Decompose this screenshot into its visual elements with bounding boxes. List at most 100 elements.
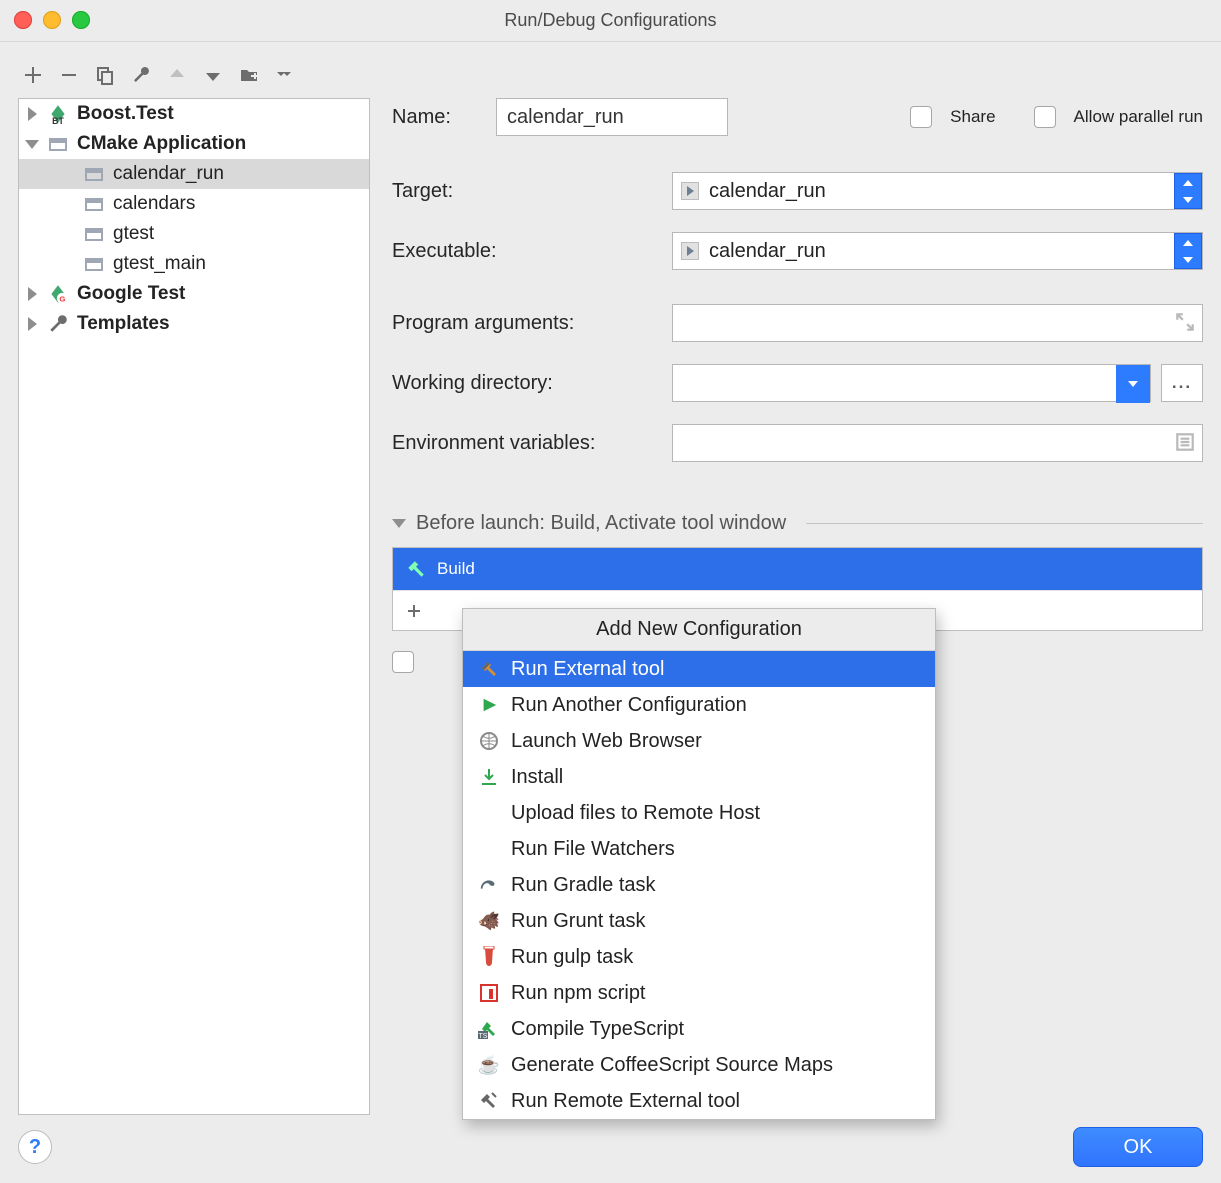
menu-item[interactable]: Upload files to Remote Host xyxy=(463,795,935,831)
expand-icon xyxy=(28,107,37,121)
menu-header: Add New Configuration xyxy=(463,609,935,651)
move-up-icon[interactable] xyxy=(166,64,188,86)
program-args-input[interactable] xyxy=(672,304,1203,342)
grunt-icon: 🐗 xyxy=(477,909,501,933)
tree-label: Google Test xyxy=(77,283,185,305)
divider xyxy=(806,523,1203,524)
install-icon xyxy=(477,765,501,789)
hammer-icon xyxy=(405,558,427,580)
hammer-icon xyxy=(477,657,501,681)
menu-item[interactable]: Run npm script xyxy=(463,975,935,1011)
app-icon xyxy=(83,163,105,185)
svg-text:G: G xyxy=(59,295,65,304)
tree-label: gtest xyxy=(113,223,154,245)
env-vars-input[interactable] xyxy=(672,424,1203,462)
before-launch-header: Before launch: Build, Activate tool wind… xyxy=(416,512,786,535)
menu-item[interactable]: Run Remote External tool xyxy=(463,1083,935,1119)
tree-label: CMake Application xyxy=(77,133,246,155)
remote-icon xyxy=(477,1089,501,1113)
menu-item-label: Run gulp task xyxy=(511,946,633,969)
task-build[interactable]: Build xyxy=(393,548,1202,590)
ts-icon: TS xyxy=(477,1017,501,1041)
allow-parallel-checkbox[interactable] xyxy=(1034,106,1056,128)
blank-icon xyxy=(477,801,501,825)
folder-icon[interactable] xyxy=(238,64,260,86)
menu-item[interactable]: Launch Web Browser xyxy=(463,723,935,759)
gradle-icon xyxy=(477,873,501,897)
ok-button[interactable]: OK xyxy=(1073,1127,1203,1167)
add-icon[interactable] xyxy=(22,64,44,86)
collapse-icon[interactable] xyxy=(392,517,406,531)
move-down-icon[interactable] xyxy=(202,64,224,86)
env-vars-edit-icon[interactable] xyxy=(1174,431,1196,453)
remove-icon[interactable] xyxy=(58,64,80,86)
task-label: Build xyxy=(437,559,475,579)
menu-item-label: Run External tool xyxy=(511,658,664,681)
tree-node-boost[interactable]: BT Boost.Test xyxy=(19,99,369,129)
tree-node-google-test[interactable]: G Google Test xyxy=(19,279,369,309)
program-args-label: Program arguments: xyxy=(392,312,654,335)
name-label: Name: xyxy=(392,106,478,129)
menu-item[interactable]: Run File Watchers xyxy=(463,831,935,867)
menu-item-label: Launch Web Browser xyxy=(511,730,702,753)
tree-label: Templates xyxy=(77,313,170,335)
tree-node-gtest[interactable]: gtest xyxy=(19,219,369,249)
wrench-icon xyxy=(47,313,69,335)
close-window-button[interactable] xyxy=(14,11,32,29)
menu-item-label: Install xyxy=(511,766,563,789)
tree-node-calendars[interactable]: calendars xyxy=(19,189,369,219)
wrench-icon[interactable] xyxy=(130,64,152,86)
working-dir-label: Working directory: xyxy=(392,372,654,395)
configurations-tree[interactable]: BT Boost.Test CMake Application calendar… xyxy=(18,98,370,1115)
menu-item[interactable]: Install xyxy=(463,759,935,795)
menu-item[interactable]: TS Compile TypeScript xyxy=(463,1011,935,1047)
svg-text:BT: BT xyxy=(52,116,64,125)
menu-item-label: Generate CoffeeScript Source Maps xyxy=(511,1054,833,1077)
tree-node-calendar-run[interactable]: calendar_run xyxy=(19,159,369,189)
select-stepper-icon xyxy=(1174,233,1202,269)
menu-item[interactable]: Run Another Configuration xyxy=(463,687,935,723)
help-button[interactable]: ? xyxy=(18,1130,52,1164)
window-title: Run/Debug Configurations xyxy=(504,10,716,31)
show-this-page-checkbox[interactable] xyxy=(392,651,414,673)
share-label: Share xyxy=(950,107,995,127)
working-dir-dropdown-button[interactable] xyxy=(1116,365,1150,403)
menu-item[interactable]: 🐗Run Grunt task xyxy=(463,903,935,939)
traffic-lights xyxy=(14,11,90,29)
menu-item-label: Upload files to Remote Host xyxy=(511,802,760,825)
tree-node-templates[interactable]: Templates xyxy=(19,309,369,339)
menu-item[interactable]: ☕Generate CoffeeScript Source Maps xyxy=(463,1047,935,1083)
target-label: Target: xyxy=(392,180,654,203)
boost-icon: BT xyxy=(47,103,69,125)
app-icon xyxy=(83,193,105,215)
menu-item-label: Run File Watchers xyxy=(511,838,675,861)
copy-icon[interactable] xyxy=(94,64,116,86)
name-input[interactable] xyxy=(496,98,728,136)
dialog-buttons: ? OK xyxy=(18,1127,1203,1167)
tree-node-gtest-main[interactable]: gtest_main xyxy=(19,249,369,279)
executable-select[interactable]: calendar_run xyxy=(672,232,1203,270)
tree-node-cmake[interactable]: CMake Application xyxy=(19,129,369,159)
menu-item-label: Run Remote External tool xyxy=(511,1090,740,1113)
tree-label: gtest_main xyxy=(113,253,206,275)
menu-item[interactable]: Run Gradle task xyxy=(463,867,935,903)
target-icon xyxy=(681,182,699,200)
app-icon xyxy=(47,133,69,155)
add-task-icon[interactable] xyxy=(401,598,427,624)
select-stepper-icon xyxy=(1174,173,1202,209)
expand-field-icon[interactable] xyxy=(1174,311,1196,333)
menu-item[interactable]: Run External tool xyxy=(463,651,935,687)
app-icon xyxy=(83,223,105,245)
executable-icon xyxy=(681,242,699,260)
browse-button[interactable]: ... xyxy=(1161,364,1203,402)
more-icon[interactable] xyxy=(274,64,296,86)
window-titlebar: Run/Debug Configurations xyxy=(0,0,1221,42)
minimize-window-button[interactable] xyxy=(43,11,61,29)
share-checkbox[interactable] xyxy=(910,106,932,128)
executable-label: Executable: xyxy=(392,240,654,263)
zoom-window-button[interactable] xyxy=(72,11,90,29)
working-dir-input[interactable] xyxy=(672,364,1151,402)
menu-item[interactable]: Run gulp task xyxy=(463,939,935,975)
target-select[interactable]: calendar_run xyxy=(672,172,1203,210)
menu-item-label: Compile TypeScript xyxy=(511,1018,684,1041)
